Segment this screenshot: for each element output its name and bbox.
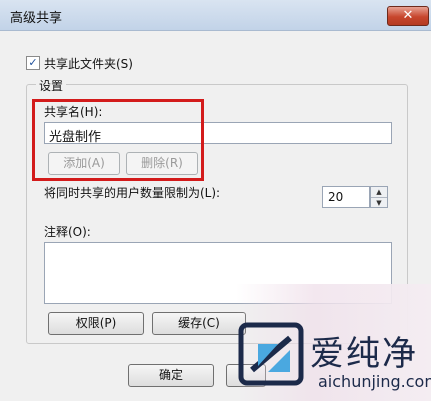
user-limit-input[interactable]: 20 <box>322 186 370 208</box>
watermark-name: 爱纯净 <box>310 334 418 374</box>
spin-down-icon[interactable]: ▼ <box>371 198 387 208</box>
user-limit-spinner[interactable]: ▲ ▼ <box>370 186 388 208</box>
close-icon: ✕ <box>402 8 414 23</box>
settings-group-label: 设置 <box>36 77 67 94</box>
checkmark-icon: ✓ <box>28 56 38 69</box>
cache-button[interactable]: 缓存(C) <box>152 312 246 335</box>
close-button[interactable]: ✕ <box>387 6 429 26</box>
watermark-url: aichunjing.com <box>318 372 431 391</box>
user-limit-label: 将同时共享的用户数量限制为(L): <box>44 186 221 200</box>
watermark-logo-icon <box>238 322 304 386</box>
permissions-button[interactable]: 权限(P) <box>48 312 144 335</box>
ok-button[interactable]: 确定 <box>128 364 214 387</box>
share-folder-checkbox[interactable]: ✓ <box>26 56 40 70</box>
highlight-box <box>32 99 204 181</box>
share-folder-label[interactable]: 共享此文件夹(S) <box>44 55 133 72</box>
titlebar: 高级共享 ✕ <box>0 0 431 31</box>
spin-up-icon[interactable]: ▲ <box>371 187 387 198</box>
window-title: 高级共享 <box>10 11 63 26</box>
comments-label: 注释(O): <box>44 225 91 239</box>
user-limit-value: 20 <box>328 190 344 204</box>
